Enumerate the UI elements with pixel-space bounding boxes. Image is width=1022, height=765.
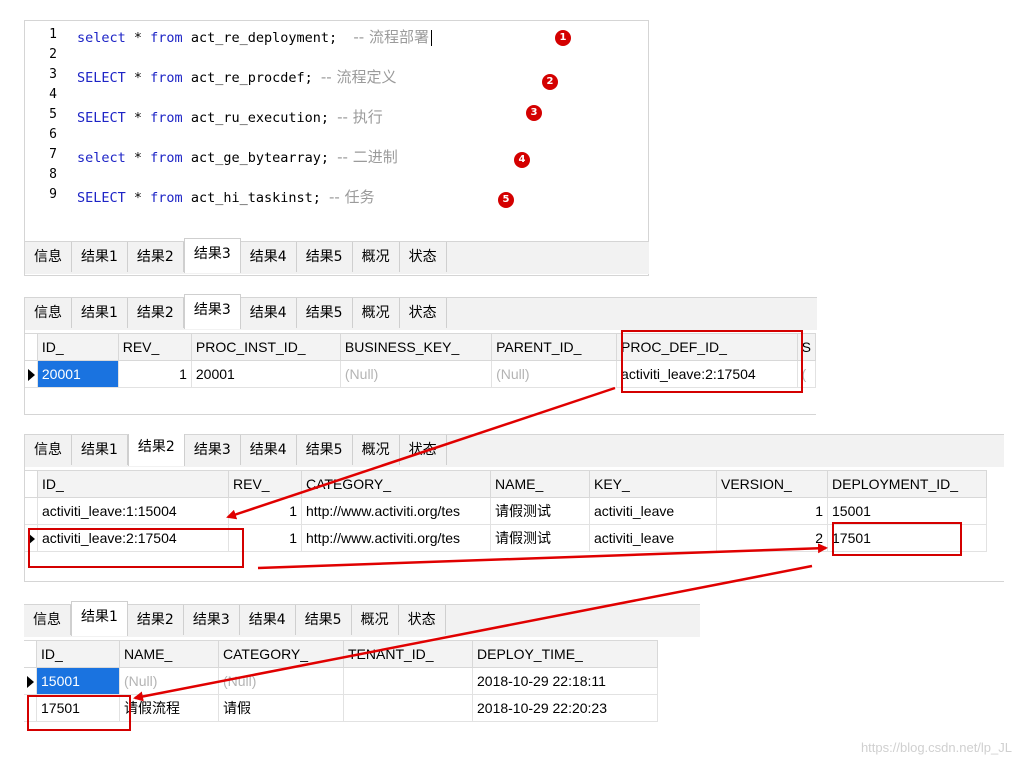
arrow-procdef-to-deployment-id bbox=[257, 543, 828, 570]
relation-arrows bbox=[133, 386, 828, 702]
arrow-proc-def-to-procdef bbox=[226, 386, 616, 520]
watermark: https://blog.csdn.net/lp_JL bbox=[860, 740, 1012, 755]
arrow-deployment-id-to-deployment bbox=[133, 564, 813, 702]
